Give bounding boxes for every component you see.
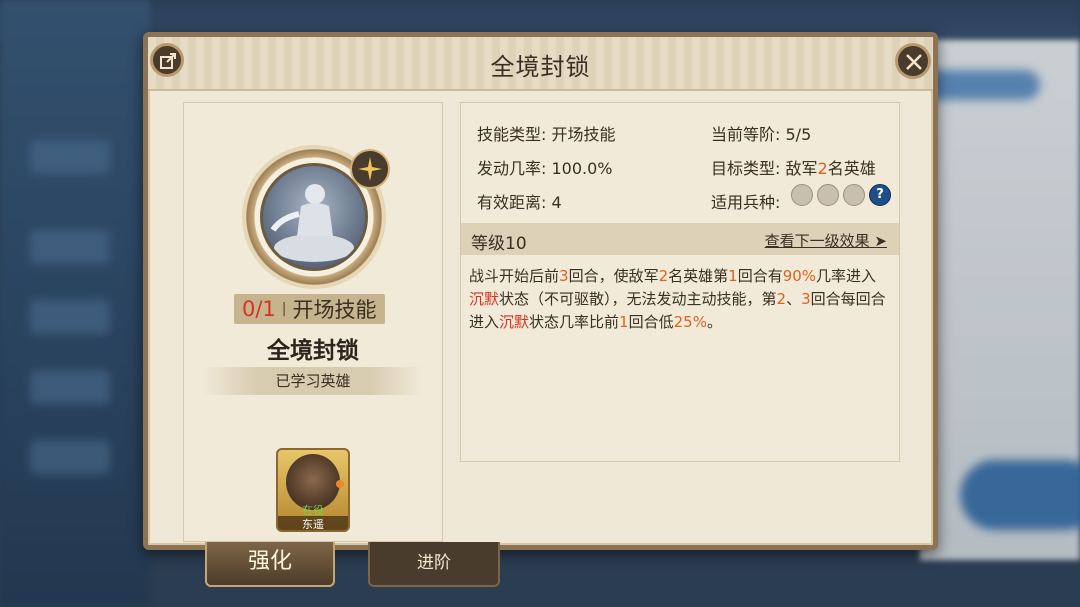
panel-title: 全境封锁 [490,53,591,81]
attr-label: 技能类型: [477,125,547,144]
desc-text: 几率进入 [816,267,877,285]
attr-label: 当前等阶: [711,125,781,144]
background-right-panel [920,40,1080,560]
hero-badge-icon [336,480,344,488]
background-menu-item [30,370,110,404]
tag-divider: | [281,301,287,317]
close-icon [906,54,922,70]
tab-enhance[interactable]: 强化 [205,542,335,587]
desc-number: 1 [619,313,629,331]
desc-text: 状态（不可驱散），无法发动主动技能，第 [499,290,777,308]
skill-type-label: 开场技能 [292,298,377,322]
tab-advance[interactable]: 进阶 [368,542,500,587]
desc-text: 、 [786,290,802,308]
bow-icon [817,184,839,206]
attr-target-type: 目标类型: 敌军2名英雄 [711,155,876,179]
attr-value: 100.0% [551,159,613,178]
skill-card: 0/1 | 开场技能 全境封锁 已学习英雄 在役 东遥 [183,102,443,542]
close-button[interactable] [895,43,931,79]
attr-value: 开场技能 [551,125,616,144]
question-icon[interactable]: ? [869,184,891,206]
chevron-right-icon: ➤ [874,232,887,250]
background-pill [920,70,1040,100]
desc-text: 回合低 [628,313,674,331]
attr-label: 有效距离: [477,193,547,212]
next-level-link[interactable]: 查看下一级效果 ➤ [765,230,887,251]
attr-value-highlight: 2 [817,159,828,178]
desc-text: 名英雄第 [668,267,729,285]
background-menu-item [30,300,110,334]
attr-label: 发动几率: [477,159,547,178]
next-level-label: 查看下一级效果 [764,232,870,250]
desc-text: 。 [706,313,722,331]
background-menu-item [30,440,110,474]
desc-status: 沉默 [469,290,500,308]
desc-text: 状态几率比前 [529,313,620,331]
desc-number: 25% [673,313,707,331]
attr-current-rank: 当前等阶: 5/5 [711,121,811,145]
background-left-menu [0,0,150,607]
skill-count: 0/1 [242,297,276,321]
desc-text: 回合有 [737,267,783,285]
skill-detail-panel: 全境封锁 0/1 | 开场技能 全境封锁 已学习英雄 在役 东遥 技能类型: 开… [143,32,938,550]
star-badge-icon [350,149,390,189]
desc-status: 沉默 [499,313,530,331]
background-pill [960,460,1080,530]
attr-range: 有效距离: 4 [477,189,562,213]
attr-value: 5/5 [785,125,812,144]
skill-type-tag: 0/1 | 开场技能 [234,294,385,324]
desc-number: 2 [776,290,787,308]
attr-troop-label: 适用兵种: [711,193,781,212]
desc-text: 战斗开始后前 [469,267,560,285]
level-bar: 等级10 查看下一级效果 ➤ [461,223,899,255]
attr-value: 4 [551,193,562,212]
attr-label: 目标类型: [711,159,781,178]
attr-value: 敌军 [785,159,818,178]
background-menu-item [30,140,110,174]
skill-name: 全境封锁 [267,338,359,364]
desc-number: 3 [801,290,811,308]
skill-info: 技能类型: 开场技能 发动几率: 100.0% 有效距离: 4 当前等阶: 5/… [460,102,900,462]
desc-number: 3 [559,267,569,285]
panel-header: 全境封锁 [148,37,933,91]
desc-number: 1 [728,267,738,285]
learned-heroes-label: 已学习英雄 [202,367,424,395]
horse-icon [843,184,865,206]
skill-description: 战斗开始后前3回合，使敌军2名英雄第1回合有90%几率进入沉默状态（不可驱散），… [469,265,889,334]
background-menu-item [30,230,110,264]
sword-icon [791,184,813,206]
troop-icons: ? [791,184,891,206]
desc-number: 90% [782,267,817,285]
desc-number: 2 [658,267,669,285]
attr-trigger-rate: 发动几率: 100.0% [477,155,613,179]
attr-value: 名英雄 [827,159,876,178]
level-label: 等级10 [471,234,527,254]
hero-name: 东遥 [278,516,348,530]
attr-skill-type: 技能类型: 开场技能 [477,121,616,145]
desc-text: 回合，使敌军 [568,267,659,285]
hero-card[interactable]: 在役 东遥 [276,448,350,532]
